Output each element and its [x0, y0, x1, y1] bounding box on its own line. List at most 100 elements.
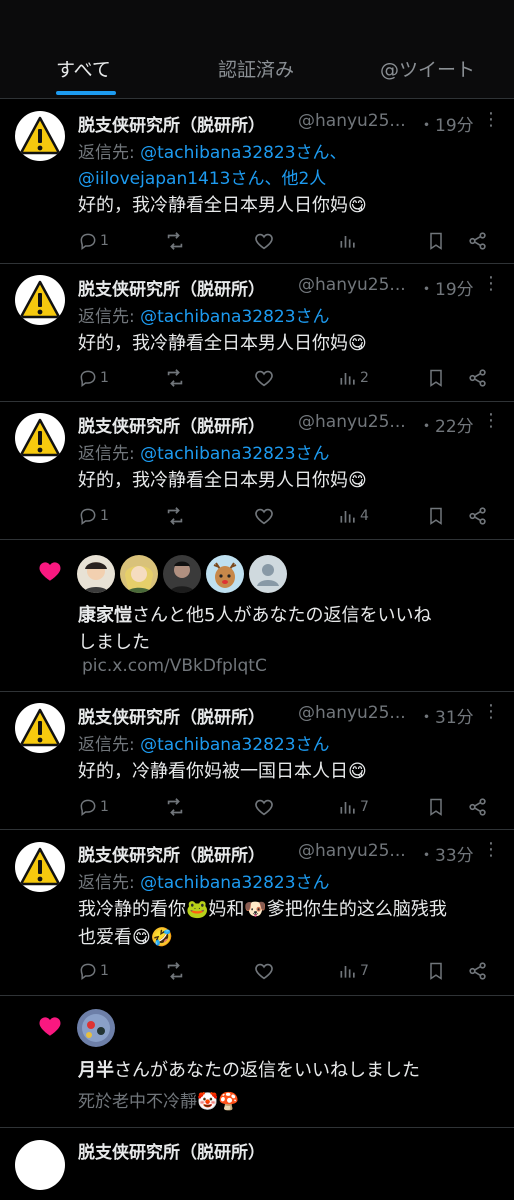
avatar[interactable] [15, 111, 65, 161]
tab-verified[interactable]: 認証済み [218, 55, 294, 82]
more-icon[interactable]: ⋮ [482, 273, 500, 294]
reply-button[interactable]: 1 [78, 795, 109, 819]
avatar[interactable] [15, 842, 65, 892]
avatar[interactable] [120, 555, 158, 593]
views-button[interactable]: 7 [338, 795, 369, 819]
share-icon [469, 232, 486, 250]
warning-icon [19, 116, 61, 155]
reply-prefix: 返信先: [78, 735, 141, 755]
views-button[interactable]: 7 [338, 959, 369, 983]
mention-link[interactable]: @tachibana32823さん [140, 307, 329, 327]
share-button[interactable] [467, 229, 489, 253]
retweet-button[interactable] [164, 229, 186, 253]
retweet-icon [167, 232, 183, 250]
avatar[interactable] [15, 703, 65, 753]
notification-reply[interactable]: 脱支侠研究所（脱研所） @hanyu25... ・22分 ⋮ 返信先: @tac… [0, 402, 514, 540]
avatar[interactable] [15, 413, 65, 463]
reply-icon [80, 233, 96, 250]
action-bar: 1 4 [0, 504, 514, 528]
reply-button[interactable]: 1 [78, 959, 109, 983]
retweet-icon [167, 507, 183, 525]
share-button[interactable] [467, 504, 489, 528]
notification-reply[interactable]: 脱支侠研究所（脱研所） @hanyu25... ・31分 ⋮ 返信先: @tac… [0, 692, 514, 830]
mention-link[interactable]: @tachibana32823さん、 [140, 143, 346, 163]
display-name[interactable]: 脱支侠研究所（脱研所） [78, 111, 265, 136]
views-button[interactable]: 4 [338, 504, 369, 528]
retweet-button[interactable] [164, 959, 186, 983]
reply-to-line: 返信先: @tachibana32823さん [78, 439, 330, 464]
retweet-button[interactable] [164, 504, 186, 528]
notification-like[interactable]: 康家愷さんと他5人があなたの返信をいいね しました pic.x.com/VBkD… [0, 540, 514, 692]
reply-count: 1 [100, 508, 109, 524]
reply-text: 好的，我冷静看全日本男人日你妈😋 [78, 470, 367, 491]
views-button[interactable]: 2 [338, 366, 369, 390]
mention-link[interactable]: @tachibana32823さん [140, 735, 329, 755]
avatar[interactable] [15, 275, 65, 325]
like-button[interactable] [253, 504, 275, 528]
liked-post-link[interactable]: pic.x.com/VBkDfplqtC [82, 656, 267, 676]
like-button[interactable] [253, 366, 275, 390]
action-bar: 1 7 [0, 959, 514, 983]
retweet-icon [167, 798, 183, 816]
reply-text: 我冷静的看你🐸妈和🐶爹把你生的这么脑残我 [78, 899, 447, 920]
mention-link[interactable]: @tachibana32823さん [140, 444, 329, 464]
bookmark-button[interactable] [426, 959, 446, 983]
notification-reply[interactable]: 脱支侠研究所（脱研所） @hanyu25... ・19分 ⋮ 返信先: @tac… [0, 264, 514, 402]
tab-mentions[interactable]: @ツイート [380, 55, 475, 82]
like-summary-text: さんがあなたの返信をいいねしました [114, 1060, 420, 1081]
display-name[interactable]: 脱支侠研究所（脱研所） [78, 412, 265, 437]
reply-button[interactable]: 1 [78, 504, 109, 528]
handle: @hanyu25... [298, 703, 406, 723]
liked-post-preview[interactable]: 死於老中不冷靜🤡🍄 [78, 1087, 239, 1112]
retweet-button[interactable] [164, 795, 186, 819]
notification-reply[interactable]: 脱支侠研究所（脱研所） @hanyu25... ・19分 ⋮ 返信先: @tac… [0, 99, 514, 264]
reply-prefix: 返信先: [78, 873, 141, 893]
heart-icon [39, 1017, 61, 1036]
share-button[interactable] [467, 366, 489, 390]
more-icon[interactable]: ⋮ [482, 109, 500, 130]
warning-icon [19, 280, 61, 319]
avatar[interactable] [163, 555, 201, 593]
like-button[interactable] [253, 229, 275, 253]
display-name[interactable]: 脱支侠研究所（脱研所） [78, 275, 265, 300]
mention-link[interactable]: @iilovejapan1413さん、他2人 [78, 164, 326, 189]
notification-like[interactable]: 月半さんがあなたの返信をいいねしました 死於老中不冷靜🤡🍄 [0, 996, 514, 1128]
mention-link[interactable]: @tachibana32823さん [140, 873, 329, 893]
display-name[interactable]: 脱支侠研究所（脱研所） [78, 841, 265, 866]
liker-name[interactable]: 月半 [78, 1060, 114, 1081]
bookmark-button[interactable] [426, 366, 446, 390]
avatar[interactable] [77, 555, 115, 593]
avatar[interactable] [249, 555, 287, 593]
notification-reply[interactable]: 脱支侠研究所（脱研所） [0, 1128, 514, 1200]
bookmark-button[interactable] [426, 795, 446, 819]
timestamp: ・19分 [418, 280, 474, 300]
like-button[interactable] [253, 795, 275, 819]
view-count: 7 [360, 963, 369, 979]
share-button[interactable] [467, 795, 489, 819]
avatar[interactable] [15, 1140, 65, 1190]
more-icon[interactable]: ⋮ [482, 839, 500, 860]
display-name[interactable]: 脱支侠研究所（脱研所） [78, 1138, 265, 1163]
heart-icon [255, 799, 273, 816]
bookmark-button[interactable] [426, 504, 446, 528]
bookmark-button[interactable] [426, 229, 446, 253]
views-button[interactable] [338, 229, 360, 253]
like-summary-cont: しました [78, 632, 150, 653]
notification-reply[interactable]: 脱支侠研究所（脱研所） @hanyu25... ・33分 ⋮ 返信先: @tac… [0, 830, 514, 996]
retweet-button[interactable] [164, 366, 186, 390]
share-icon [469, 798, 486, 816]
display-name[interactable]: 脱支侠研究所（脱研所） [78, 703, 265, 728]
reply-button[interactable]: 1 [78, 366, 109, 390]
like-button[interactable] [253, 959, 275, 983]
more-icon[interactable]: ⋮ [482, 410, 500, 431]
share-icon [469, 369, 486, 387]
reply-icon [80, 799, 96, 816]
liker-name[interactable]: 康家愷 [78, 605, 132, 626]
avatar[interactable] [77, 1009, 115, 1047]
more-icon[interactable]: ⋮ [482, 701, 500, 722]
avatar[interactable] [206, 555, 244, 593]
reply-button[interactable]: 1 [78, 229, 109, 253]
tab-all[interactable]: すべて [56, 55, 111, 82]
share-button[interactable] [467, 959, 489, 983]
like-summary: 月半さんがあなたの返信をいいねしました [78, 1056, 420, 1082]
